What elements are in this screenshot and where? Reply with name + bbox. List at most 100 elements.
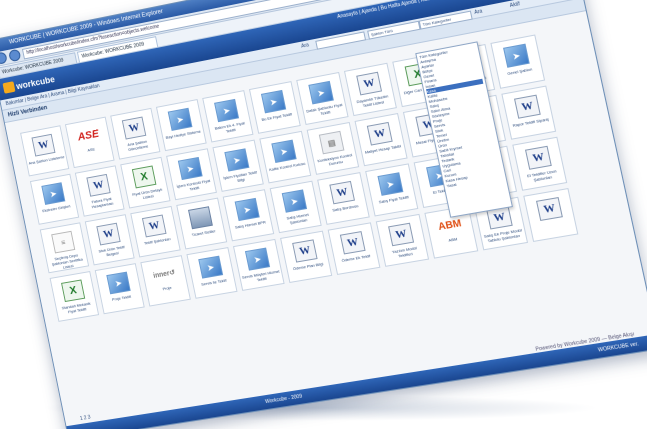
- arrow-icon: ➤: [168, 108, 193, 131]
- template-label: Ödeme Plan Bilgi: [288, 260, 328, 272]
- template-tile[interactable]: W Stok Ürün Teklif Belgesi: [85, 214, 135, 265]
- template-tile[interactable]: ➤ İşlem Fiyatları Teklif Bilgi: [212, 140, 263, 192]
- template-label: Kalite Kontrol Kutusu: [267, 160, 307, 172]
- template-label: Ödeme Ek Teklif: [336, 252, 376, 264]
- template-tile[interactable]: ➤ Datalı Şablonlu Fiyat Teklifi: [296, 72, 348, 125]
- template-label: ABM: [432, 234, 473, 246]
- template-tile[interactable]: ➤ Satış Hizmet BPR: [223, 189, 275, 241]
- pagination[interactable]: 1 2 3: [80, 415, 91, 422]
- stack-icon: ▤: [319, 131, 345, 155]
- template-label: ASE: [72, 144, 110, 156]
- template-tile[interactable]: X Fiyat Ürün Detaylı Listesi: [120, 157, 170, 209]
- word-icon: W: [525, 146, 552, 170]
- template-tile[interactable]: ➤ Satış Fiyat Teklifi: [365, 163, 418, 216]
- word-icon: W: [96, 223, 120, 246]
- logo-mark: [2, 81, 15, 94]
- word-icon: W: [31, 134, 55, 157]
- arrow-icon: ➤: [308, 81, 334, 105]
- template-label: Proje Teklifi: [102, 292, 140, 303]
- template-label: Stok Ürün Teklif Belgesi: [92, 243, 131, 259]
- template-tile[interactable]: W Maliyet Hesap Takibi: [355, 113, 408, 166]
- word-icon: W: [122, 117, 146, 140]
- word-icon: W: [388, 223, 414, 247]
- template-tile[interactable]: inner↺ Proje: [140, 255, 191, 306]
- status-text: Workcube - 2009: [67, 394, 303, 429]
- template-label: İşlem Fiyatları Teklif Bilgi: [220, 169, 260, 186]
- stage: WORKCUBE | WORKCUBE 2009 - Windows Inter…: [0, 0, 647, 429]
- template-tile[interactable]: ➤ Kalite Kontrol Kutusu: [259, 131, 311, 184]
- template-tile[interactable]: W Fatura Fiyat Hesaplaması: [75, 165, 125, 216]
- template-tile[interactable]: W: [523, 188, 578, 242]
- word-icon: W: [367, 122, 393, 146]
- excel-icon: X: [61, 279, 85, 302]
- template-label: Genel Şablon: [499, 65, 541, 78]
- word-icon: W: [536, 197, 563, 221]
- excel-icon: X: [132, 165, 157, 188]
- word-icon: W: [329, 181, 355, 204]
- back-button[interactable]: [0, 51, 8, 64]
- template-label: El Teklifler Uzun Şablonları: [521, 167, 564, 184]
- template-label: Rapor Teklifi Sipariş: [510, 116, 552, 128]
- template-tile[interactable]: W Yazılım Modül Teklifleri: [376, 214, 429, 267]
- arrow-icon: ➤: [224, 148, 249, 171]
- template-label: Konfeksiyon Kontrol Durumu: [315, 152, 356, 169]
- template-tile[interactable]: ➤ Bu Ek Fiyat Teklifi: [249, 81, 301, 134]
- template-tile[interactable]: W El Teklifler Uzun Şablonları: [512, 137, 567, 191]
- template-label: Ekstreler Girişleri: [38, 203, 76, 214]
- template-label: Fiyat Ürün Detaylı Listesi: [128, 186, 167, 202]
- template-tile[interactable]: ➤ Servis Müşteri Hizmet Teklifi: [233, 239, 285, 291]
- arrow-icon: ➤: [271, 140, 296, 163]
- template-tile[interactable]: ➤ Proje Teklifi: [95, 263, 145, 314]
- template-tile[interactable]: ➤ Genel Şablon: [490, 34, 545, 88]
- template-label: Yazılım Modül Teklifleri: [384, 244, 426, 261]
- template-tile[interactable]: W Rapor Teklifi Sipariş: [501, 86, 556, 140]
- forward-button[interactable]: [8, 49, 21, 62]
- ase-icon: ASE: [77, 125, 99, 146]
- template-tile[interactable]: W Dayanıklı Tüketim Teklif Listesi: [344, 63, 397, 116]
- template-label: Satış Hizmet Şablonları: [278, 210, 319, 227]
- template-label: Satış Bordrosu: [325, 202, 365, 214]
- arrow-icon: ➤: [377, 172, 403, 196]
- arrow-icon: ➤: [261, 90, 286, 113]
- template-tile[interactable]: ➤ Bakım Ek 4. Fiyat Teklifi: [202, 90, 253, 142]
- template-tile[interactable]: W Ödeme Ek Teklif: [328, 222, 381, 275]
- logo-text: workcube: [15, 74, 55, 91]
- template-label: Dayanıklı Tüketim Teklif Listesi: [352, 93, 394, 110]
- template-tile[interactable]: W Ödeme Plan Bilgi: [280, 231, 332, 283]
- template-label: [532, 219, 573, 226]
- template-tile[interactable]: ▤ Konfeksiyon Kontrol Durumu: [307, 122, 360, 175]
- template-tile[interactable]: X Standart Mekanik Fiyat Teklifi: [50, 271, 99, 322]
- template-tile[interactable]: ≡ Seçilmiş Depo Şablonları Sertifika List…: [40, 222, 89, 273]
- inner-icon: inner↺: [153, 264, 175, 285]
- template-label: Satış Fiyat Teklifi: [373, 193, 414, 205]
- template-tile[interactable]: ➤ Ekstreler Girişleri: [30, 174, 79, 225]
- word-icon: W: [86, 174, 110, 197]
- template-tile[interactable]: ➤ Bayi Hediye Sisteme: [156, 99, 207, 151]
- building-icon: [188, 206, 213, 229]
- template-tile[interactable]: W Ana Şablon Güncelleme: [110, 108, 160, 160]
- arrow-icon: ➤: [503, 44, 530, 68]
- template-tile[interactable]: ➤ İşlem Kontrolü Fiyat Teklifi: [166, 148, 217, 200]
- template-tile[interactable]: ASE ASE: [65, 117, 115, 169]
- template-label: Satış Hizmet BPR: [231, 219, 270, 231]
- template-tile[interactable]: Ticaret Siciller: [176, 198, 227, 250]
- template-tile[interactable]: ➤ Satış Hizmet Şablonları: [270, 181, 322, 234]
- template-label: Ana Şablon Listeleme: [28, 154, 66, 166]
- template-label: Proje: [148, 282, 187, 293]
- search-button[interactable]: Ara: [473, 6, 483, 17]
- word-icon: W: [356, 72, 382, 96]
- template-tile[interactable]: W Satış Bordrosu: [317, 172, 370, 225]
- template-label: Maliyet Hesap Takibi: [363, 143, 404, 155]
- search-label: Ara: [300, 40, 310, 51]
- template-label: Fatura Fiyat Hesaplaması: [83, 194, 122, 210]
- template-label: Satış Ek Proje Modül Tablolu Şablonları: [482, 227, 525, 244]
- template-tile[interactable]: ➤ Servis ile Teklif: [186, 247, 237, 299]
- arrow-icon: ➤: [214, 99, 239, 122]
- template-label: Standart Mekanik Fiyat Teklifi: [57, 300, 96, 316]
- word-icon: W: [292, 239, 317, 262]
- arrow-icon: ➤: [282, 189, 307, 212]
- template-tile[interactable]: W Ana Şablon Listeleme: [20, 125, 69, 176]
- template-label: Servis ile Teklif: [194, 277, 233, 288]
- arrow-icon: ➤: [235, 198, 260, 221]
- template-tile[interactable]: W Teklif Şablonları: [130, 206, 180, 258]
